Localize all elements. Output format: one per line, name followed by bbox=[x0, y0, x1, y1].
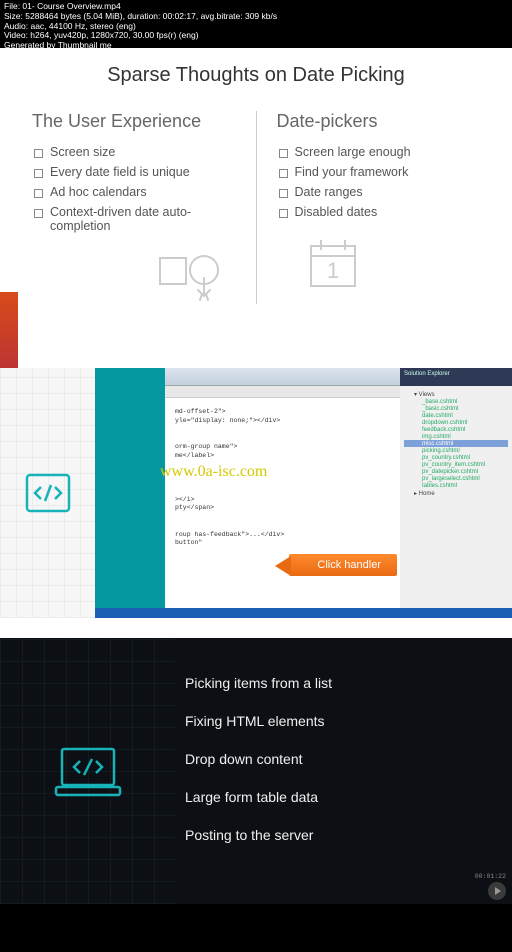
explorer-file: pv_country.cshtml bbox=[404, 454, 508, 461]
bullet-item: Disabled dates bbox=[277, 202, 481, 222]
ide-toolbar bbox=[165, 386, 400, 398]
slide-ide-screenshot: md-offset-2"> yle="display: none;"></div… bbox=[0, 368, 512, 618]
ide-menubar bbox=[165, 368, 400, 386]
selection-icon bbox=[156, 250, 226, 304]
calendar-icon: 1 bbox=[307, 236, 359, 290]
explorer-file: pv_datepicker.cshtml bbox=[404, 468, 508, 475]
topic-item: Posting to the server bbox=[185, 816, 502, 854]
timecode-label: 00:01:22 bbox=[475, 873, 506, 880]
click-handler-callout: Click handler bbox=[289, 554, 397, 576]
explorer-file: _basic.cshtml bbox=[404, 405, 508, 412]
topics-list: Picking items from a list Fixing HTML el… bbox=[175, 638, 512, 904]
ux-bullets: Screen size Every date field is unique A… bbox=[32, 142, 236, 236]
topic-item: Picking items from a list bbox=[185, 664, 502, 702]
video-metadata-overlay: File: 01- Course Overview.mp4 Size: 5288… bbox=[0, 0, 281, 53]
explorer-file: pv_largeselect.cshtml bbox=[404, 475, 508, 482]
bullet-item: Every date field is unique bbox=[32, 162, 236, 182]
meta-generator: Generated by Thumbnail me bbox=[4, 41, 277, 51]
explorer-file: tables.cshtml bbox=[404, 482, 508, 489]
explorer-file: _base.cshtml bbox=[404, 398, 508, 405]
watermark-text: www.0a-isc.com bbox=[160, 463, 267, 481]
explorer-folder: ▾ Views bbox=[404, 390, 508, 398]
pickers-bullets: Screen large enough Find your framework … bbox=[277, 142, 481, 222]
explorer-file: misc.cshtml bbox=[404, 440, 508, 447]
explorer-file: pv_country_item.cshtml bbox=[404, 461, 508, 468]
spacer bbox=[0, 618, 512, 638]
ide-statusbar bbox=[95, 608, 512, 618]
play-button[interactable] bbox=[488, 882, 506, 900]
pickers-heading: Date-pickers bbox=[277, 111, 481, 132]
ux-heading: The User Experience bbox=[32, 111, 236, 132]
explorer-file: img.cshtml bbox=[404, 433, 508, 440]
explorer-file: date.cshtml bbox=[404, 412, 508, 419]
explorer-file: feedback.cshtml bbox=[404, 426, 508, 433]
laptop-code-icon bbox=[52, 743, 124, 799]
teal-panel bbox=[95, 368, 165, 618]
bullet-item: Date ranges bbox=[277, 182, 481, 202]
slide-topics-list: Picking items from a list Fixing HTML el… bbox=[0, 638, 512, 904]
topic-item: Fixing HTML elements bbox=[185, 702, 502, 740]
explorer-titlebar: Solution Explorer bbox=[400, 368, 512, 386]
topic-item: Large form table data bbox=[185, 778, 502, 816]
bullet-item: Context-driven date auto-completion bbox=[32, 202, 236, 236]
code-brackets-icon bbox=[25, 473, 71, 513]
pattern-sidebar-dark bbox=[0, 638, 175, 904]
explorer-file: picking.cshtml bbox=[404, 447, 508, 454]
topic-item: Drop down content bbox=[185, 740, 502, 778]
bullet-item: Screen size bbox=[32, 142, 236, 162]
slide-date-picking: Sparse Thoughts on Date Picking The User… bbox=[0, 48, 512, 368]
explorer-file: dropdown.cshtml bbox=[404, 419, 508, 426]
play-icon bbox=[488, 882, 506, 900]
bullet-item: Ad hoc calendars bbox=[32, 182, 236, 202]
svg-text:1: 1 bbox=[326, 258, 338, 283]
slide1-title: Sparse Thoughts on Date Picking bbox=[32, 64, 480, 87]
explorer-folder: ▸ Home bbox=[404, 489, 508, 497]
code-editor: md-offset-2"> yle="display: none;"></div… bbox=[165, 368, 400, 618]
solution-explorer: Solution Explorer ▾ Views_base.cshtml_ba… bbox=[400, 368, 512, 618]
bullet-item: Screen large enough bbox=[277, 142, 481, 162]
bullet-item: Find your framework bbox=[277, 162, 481, 182]
accent-bar bbox=[0, 292, 18, 372]
pattern-sidebar bbox=[0, 368, 95, 618]
